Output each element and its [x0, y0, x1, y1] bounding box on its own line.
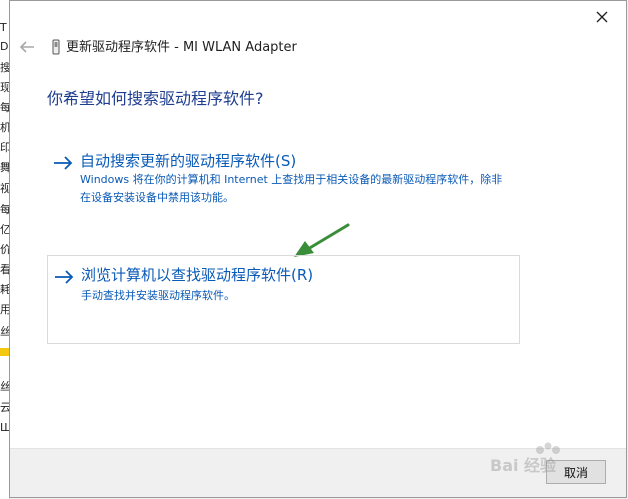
usb-adapter-icon	[52, 39, 60, 55]
background-text: 云	[0, 402, 9, 414]
background-text: 耗	[0, 284, 9, 296]
arrow-right-icon	[54, 156, 73, 170]
background-text: 亿	[0, 224, 9, 236]
auto-search-option[interactable]: 自动搜索更新的驱动程序软件(S) Windows 将在你的计算机和 Intern…	[47, 148, 519, 218]
background-text: 舞	[0, 162, 9, 174]
arrow-right-icon	[55, 270, 74, 284]
browse-computer-description: 手动查找并安装驱动程序软件。	[81, 289, 235, 302]
page-heading: 你希望如何搜索驱动程序软件?	[47, 89, 264, 108]
background-text: 机	[0, 122, 9, 134]
baidu-watermark: Bai 经验	[490, 442, 560, 475]
close-button[interactable]	[592, 7, 612, 27]
update-driver-dialog: 更新驱动程序软件 - MI WLAN Adapter 你希望如何搜索驱动程序软件…	[9, 0, 627, 498]
background-text: 价	[0, 244, 9, 256]
background-text: 丝	[0, 326, 9, 338]
warning-icon	[0, 348, 9, 356]
background-text: 现	[0, 82, 9, 94]
background-text: 搜	[0, 62, 9, 74]
background-text: 用	[0, 304, 9, 316]
back-arrow-icon	[19, 41, 34, 53]
browse-computer-option[interactable]: 浏览计算机以查找驱动程序软件(R) 手动查找并安装驱动程序软件。	[47, 255, 520, 344]
background-text: 每	[0, 102, 9, 114]
background-text: DB	[0, 41, 9, 53]
dialog-title: 更新驱动程序软件 - MI WLAN Adapter	[66, 40, 297, 55]
close-icon	[596, 11, 608, 23]
background-text: 每	[0, 204, 9, 216]
browse-computer-label: 浏览计算机以查找驱动程序软件(R)	[81, 266, 314, 284]
background-text: 丝	[0, 381, 9, 393]
background-text: 视	[0, 183, 9, 195]
auto-search-description: Windows 将在你的计算机和 Internet 上查找用于相关设备的最新驱动…	[80, 173, 503, 204]
background-text: 看	[0, 264, 9, 276]
background-text: T	[0, 22, 7, 34]
background-text: 印	[0, 142, 9, 154]
watermark-text: Bai 经验	[490, 456, 557, 475]
auto-search-label: 自动搜索更新的驱动程序软件(S)	[80, 152, 297, 170]
background-text: Ш	[0, 422, 9, 434]
back-button[interactable]	[18, 39, 36, 55]
